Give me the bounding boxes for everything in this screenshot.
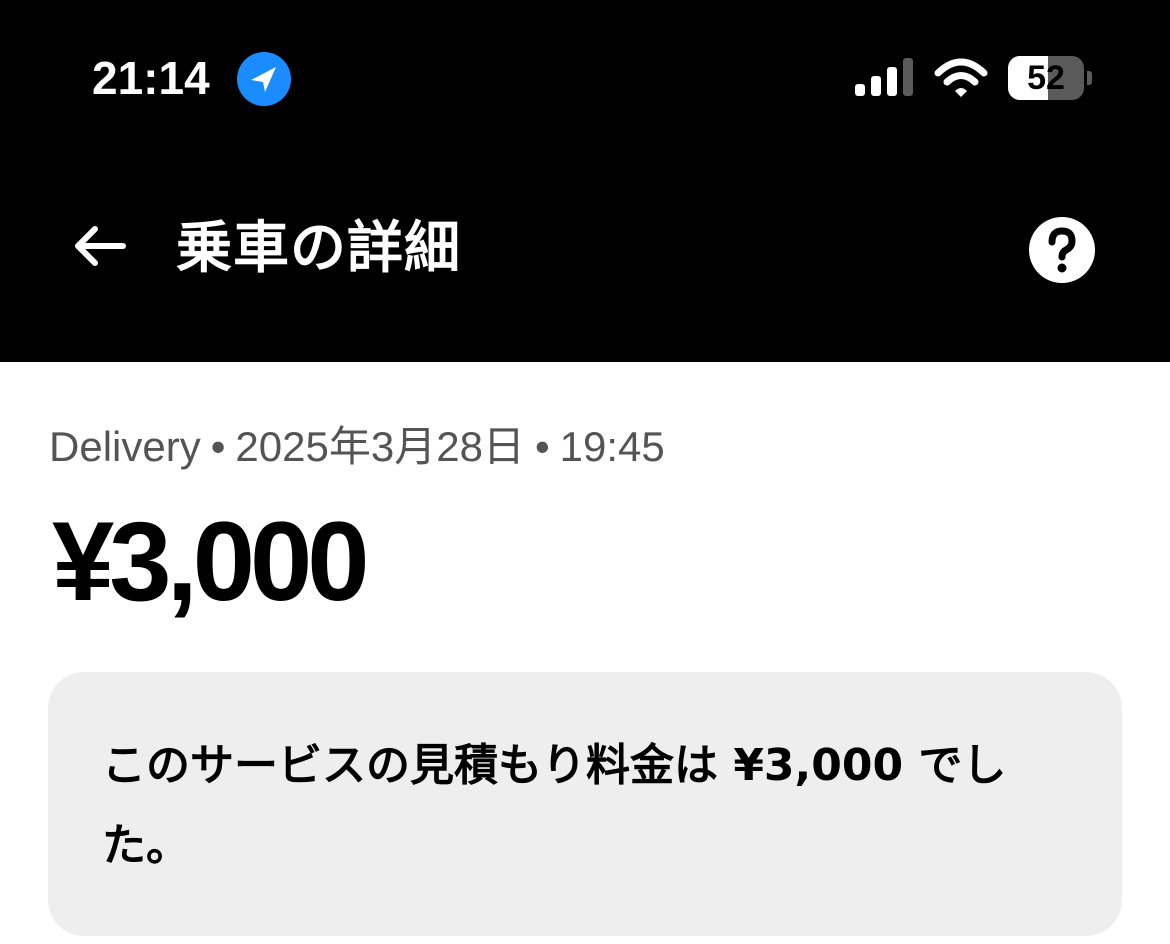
cellular-signal-icon	[855, 58, 915, 98]
fare-notice-text: このサービスの見積もり料金は ¥3,000 でした。	[102, 740, 1007, 871]
nav-bar: 乗車の詳細	[0, 180, 1170, 320]
fare-notice-card: このサービスの見積もり料金は ¥3,000 でした。	[48, 672, 1122, 936]
arrow-left-icon	[75, 226, 126, 266]
separator: •	[210, 423, 226, 470]
trip-date: 2025年3月28日	[235, 423, 525, 470]
page-title: 乗車の詳細	[176, 216, 461, 281]
help-button[interactable]	[1026, 214, 1098, 286]
trip-time: 19:45	[559, 423, 665, 470]
back-button[interactable]	[60, 210, 140, 282]
trip-type: Delivery	[49, 423, 201, 470]
battery-percent: 52	[1027, 59, 1065, 97]
battery-icon: 52	[1008, 56, 1094, 100]
trip-price: ¥3,000	[52, 499, 370, 624]
location-arrow-icon	[237, 52, 291, 106]
wifi-icon	[934, 57, 988, 99]
battery-cap	[1087, 71, 1092, 85]
header: 21:14 52 乗車の詳細	[0, 0, 1170, 362]
battery-body: 52	[1008, 56, 1084, 100]
separator: •	[534, 423, 550, 470]
trip-meta: Delivery • 2025年3月28日 • 19:45	[49, 420, 665, 474]
ride-details-screen: 21:14 52 乗車の詳細 Delivery • 2025年3月28日 • 1…	[0, 0, 1170, 944]
status-bar: 21:14 52	[0, 0, 1170, 150]
question-circle-icon	[1029, 217, 1095, 283]
status-time: 21:14	[92, 52, 210, 104]
